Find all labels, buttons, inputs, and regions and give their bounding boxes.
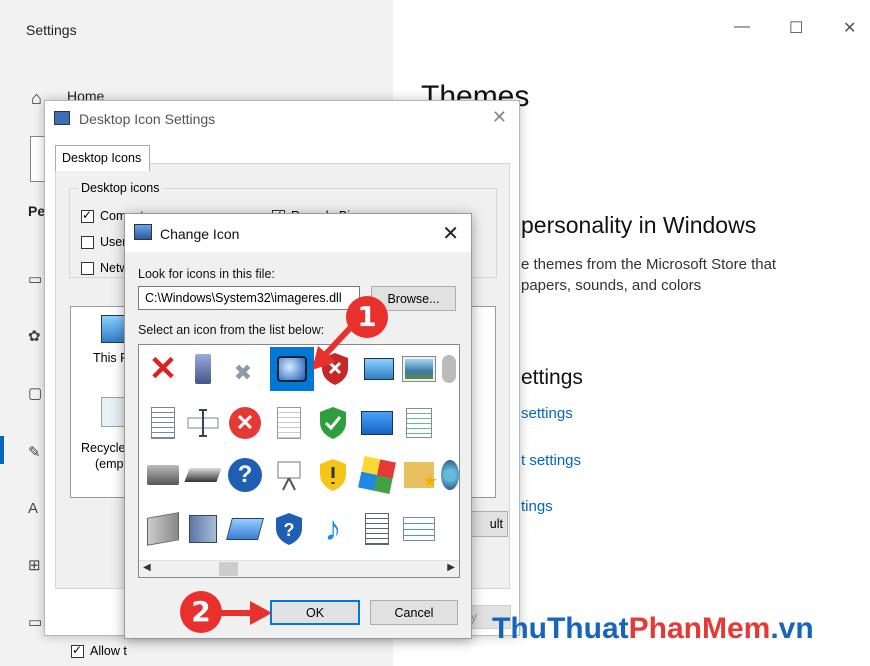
section-description: e themes from the Microsoft Store that p…: [521, 254, 851, 296]
scroll-left-icon[interactable]: ◀: [143, 562, 151, 573]
file-label: Look for icons in this file:: [138, 267, 275, 281]
sd-card-icon[interactable]: [226, 511, 264, 547]
watermark-part2: PhanMem: [628, 612, 771, 645]
checkbox-user[interactable]: [81, 236, 94, 249]
blue-screen-icon[interactable]: [359, 405, 395, 441]
monitor-icon: [54, 111, 70, 125]
home-icon[interactable]: ⌂: [31, 88, 42, 109]
dialog-titlebar: Desktop Icon Settings ✕: [45, 101, 519, 137]
tab-desktop-icons[interactable]: Desktop Icons: [55, 145, 150, 171]
dialog-title: Desktop Icon Settings: [79, 111, 216, 127]
sidebar-category: Pe: [28, 203, 46, 219]
shield-check-icon[interactable]: [315, 405, 351, 441]
drive-icon[interactable]: [145, 511, 181, 547]
error-circle-icon[interactable]: ✕: [227, 405, 263, 441]
presentation-icon[interactable]: [271, 457, 307, 493]
watermark: ThuThuatPhanMem.vn: [492, 612, 814, 646]
phone-icon[interactable]: [185, 351, 221, 387]
monitor-icon: [134, 224, 152, 240]
arrow-2-icon: [220, 601, 272, 625]
partial-icon[interactable]: [439, 351, 459, 387]
preview-label-recycle: Recycle: [81, 441, 126, 455]
related-settings-heading: ettings: [521, 366, 583, 389]
close-icon[interactable]: ✕: [492, 107, 507, 128]
picture-icon[interactable]: [401, 351, 437, 387]
ok-button[interactable]: OK: [270, 600, 360, 625]
help-circle-icon[interactable]: ?: [227, 457, 263, 493]
book-icon[interactable]: [185, 511, 221, 547]
text-cursor-icon[interactable]: [185, 405, 221, 441]
settings-doc-icon[interactable]: [401, 405, 437, 441]
dialog-title: Change Icon: [160, 226, 240, 242]
restore-default-button[interactable]: ult: [466, 511, 508, 537]
icon-list[interactable]: ✕ ✖ ✕ ? ★ ? ♪ ◀ ▶: [138, 344, 460, 578]
cancel-button[interactable]: Cancel: [370, 600, 458, 625]
close-button[interactable]: ✕: [843, 18, 856, 38]
shield-question-icon[interactable]: ?: [271, 511, 307, 547]
printer-icon[interactable]: [145, 457, 181, 493]
doc-lines-icon[interactable]: [359, 511, 395, 547]
description-line-1: e themes from the Microsoft Store that: [521, 256, 777, 273]
description-line-2: papers, sounds, and colors: [521, 277, 702, 294]
watermark-part1: ThuThuat: [492, 612, 629, 645]
red-x-icon[interactable]: ✕: [145, 350, 181, 388]
globe-icon[interactable]: [441, 457, 459, 493]
checkbox-computer[interactable]: [81, 208, 94, 223]
search-box[interactable]: [30, 136, 44, 182]
document-icon[interactable]: [145, 405, 181, 441]
maximize-button[interactable]: ☐: [789, 18, 803, 38]
music-note-icon[interactable]: ♪: [315, 510, 351, 548]
list-icon[interactable]: [401, 511, 437, 547]
group-label: Desktop icons: [78, 181, 163, 195]
related-link-1[interactable]: settings: [521, 405, 573, 422]
close-icon[interactable]: ✕: [442, 221, 459, 246]
change-icon-dialog: Change Icon ✕ Look for icons in this fil…: [124, 213, 472, 639]
horizontal-scrollbar[interactable]: ◀ ▶: [139, 560, 459, 577]
app-title: Settings: [26, 22, 77, 38]
blank-doc-icon[interactable]: [271, 405, 307, 441]
computer-icon[interactable]: [361, 351, 397, 387]
section-heading: personality in Windows: [521, 212, 757, 238]
apps-icon[interactable]: [358, 456, 396, 494]
file-path-input[interactable]: C:\Windows\System32\imageres.dll: [138, 286, 360, 310]
minimize-button[interactable]: —: [734, 18, 750, 36]
arrow-1-icon: [312, 323, 355, 370]
active-indicator: [0, 436, 4, 464]
small-x-icon[interactable]: ✖: [225, 355, 261, 391]
folder-star-icon[interactable]: ★: [401, 457, 438, 493]
scanner-icon[interactable]: [184, 457, 222, 493]
checkbox-label-user: User: [100, 235, 127, 249]
checkbox-network[interactable]: [81, 262, 94, 275]
shield-warning-icon[interactable]: [315, 457, 351, 493]
preview-label-empty: (empt: [95, 457, 127, 471]
watermark-part3: .vn: [770, 612, 814, 645]
checkbox-allow-themes[interactable]: [71, 643, 84, 658]
dialog-titlebar: Change Icon ✕: [125, 214, 471, 252]
allow-themes-label: Allow t: [90, 644, 127, 658]
svg-text:?: ?: [284, 520, 295, 540]
related-link-3[interactable]: tings: [521, 498, 553, 515]
icon-list-label: Select an icon from the list below:: [138, 323, 325, 337]
scroll-thumb[interactable]: [219, 562, 238, 576]
related-link-2[interactable]: t settings: [521, 452, 581, 469]
step-badge-2: 2: [180, 591, 222, 633]
scroll-right-icon[interactable]: ▶: [447, 562, 455, 573]
